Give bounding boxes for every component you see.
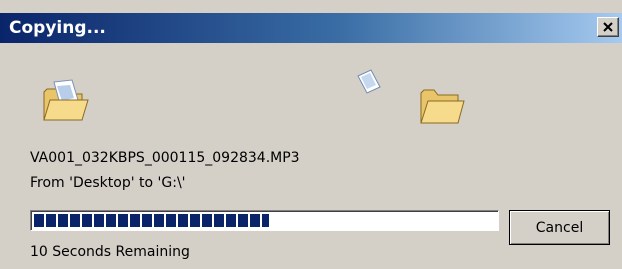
document-icon	[357, 69, 381, 94]
copy-source-destination: From 'Desktop' to 'G:\'	[30, 175, 186, 191]
folder-icon	[43, 79, 89, 121]
dialog-title: Copying...	[9, 18, 106, 38]
close-icon	[603, 22, 613, 32]
progress-bar	[30, 210, 499, 231]
progress-fill	[34, 214, 270, 227]
file-name: VA001_032KBPS_000115_092834.MP3	[30, 150, 300, 166]
cancel-button[interactable]: Cancel	[509, 210, 610, 245]
time-remaining: 10 Seconds Remaining	[30, 244, 190, 260]
title-bar[interactable]: Copying...	[0, 13, 622, 43]
folder-open-icon	[420, 89, 465, 124]
copy-dialog: Copying... VA001_032KBPS_000115_092834.M…	[0, 0, 622, 269]
close-button[interactable]	[597, 17, 619, 37]
